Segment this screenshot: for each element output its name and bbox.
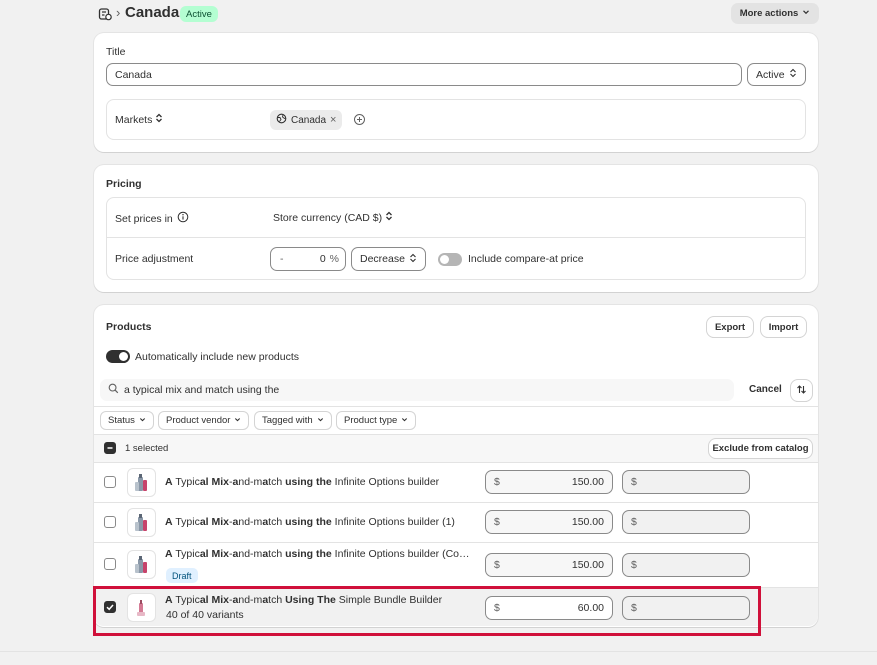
info-icon[interactable] [177,211,189,226]
chevron-down-icon [317,415,324,426]
product-thumbnail [127,508,156,537]
filter-product-vendor[interactable]: Product vendor [158,411,250,430]
title-label: Title [106,46,126,58]
catalog-icon[interactable] [98,7,112,21]
highlight-frame [93,586,761,636]
compare-at-label: Include compare-at price [468,253,584,265]
price-adjustment-label: Price adjustment [115,253,194,265]
product-name[interactable]: A Typical Mix-and-match using the Infini… [165,516,475,528]
search-input[interactable]: a typical mix and match using the [124,384,279,396]
compare-at-price-input[interactable]: $ [622,510,750,534]
currency-symbol: $ [494,516,500,528]
currency-symbol: $ [494,476,500,488]
adjustment-value-group: 0 % [320,253,339,265]
markets-box [106,99,806,140]
cancel-search-button[interactable]: Cancel [749,384,782,395]
price-value: 150.00 [571,476,604,488]
market-chip: Canada × [270,110,343,130]
product-name[interactable]: A Typical Mix-and-match using the Infini… [165,476,475,488]
price-input[interactable]: $ 150.00 [485,470,613,494]
row-checkbox[interactable] [104,476,116,488]
filter-type-label: Product type [344,415,398,426]
title-input[interactable]: Canada [106,63,742,86]
filter-status-label: Status [108,415,135,426]
sort-button[interactable] [791,380,812,401]
filter-product-type[interactable]: Product type [336,411,417,430]
bottom-divider [0,651,877,652]
markets-label: Markets [115,113,153,126]
price-value: 150.00 [571,559,604,571]
price-input[interactable]: $ 150.00 [485,510,613,534]
currency-select[interactable]: Store currency (CAD $) [273,211,393,224]
search-icon [108,383,119,397]
globe-icon [276,113,287,127]
product-thumbnail [127,468,156,497]
adjustment-unit: % [329,253,339,265]
auto-include-label: Automatically include new products [135,351,300,363]
compare-at-price-input[interactable]: $ [622,470,750,494]
direction-select-value: Decrease [360,253,405,265]
auto-include-toggle[interactable] [106,350,130,363]
toggle-knob [440,255,449,264]
draft-badge: Draft [166,568,198,583]
markets-selector[interactable]: Markets [115,113,163,126]
select-all-checkbox[interactable] [104,442,116,454]
currency-symbol: $ [631,559,637,571]
search-bar[interactable]: a typical mix and match using the [100,379,734,401]
filter-tagged-with[interactable]: Tagged with [254,411,332,430]
selected-count: 1 selected [125,443,169,454]
compare-at-toggle[interactable] [438,253,462,266]
chevron-down-icon [802,8,810,19]
more-actions-button[interactable]: More actions [731,3,819,24]
pricing-box [106,197,806,280]
price-input[interactable]: $ 150.00 [485,553,613,577]
compare-at-price-input[interactable]: $ [622,553,750,577]
filter-vendor-label: Product vendor [166,415,231,426]
search-divider [94,406,818,407]
set-prices-label: Set prices in [115,212,173,225]
page-title: Canada [125,4,180,21]
breadcrumb-separator: › [116,5,121,20]
export-button[interactable]: Export [707,317,753,337]
market-chip-label: Canada [291,114,327,126]
currency-select-value: Store currency (CAD $) [273,211,383,224]
chevron-down-icon [234,415,241,426]
status-select-value: Active [756,68,785,81]
chevron-down-icon [401,415,408,426]
sort-icon [796,384,807,398]
selector-icon [155,113,163,126]
currency-symbol: $ [631,476,637,488]
product-thumbnail [127,550,156,579]
status-select[interactable]: Active [747,63,806,86]
status-badge: Active [180,6,218,22]
more-actions-label: More actions [739,8,799,19]
filter-tagged-label: Tagged with [262,415,313,426]
currency-symbol: $ [494,559,500,571]
product-name[interactable]: A Typical Mix-and-match using the Infini… [165,548,475,560]
chevron-down-icon [139,415,146,426]
selector-icon [385,211,393,224]
pricing-heading: Pricing [106,178,142,190]
adjustment-sign: - [280,253,284,265]
products-heading: Products [106,321,152,333]
exclude-from-catalog-button[interactable]: Exclude from catalog [709,439,812,458]
price-value: 150.00 [571,516,604,528]
filter-status[interactable]: Status [100,411,154,430]
row-checkbox[interactable] [104,516,116,528]
plus-circle-icon[interactable] [353,113,366,126]
toggle-knob [119,352,128,361]
remove-chip-button[interactable]: × [330,114,336,126]
selector-icon [409,253,417,266]
set-prices-label-group: Set prices in [115,211,189,226]
row-checkbox[interactable] [104,558,116,570]
adjustment-value: 0 [319,253,326,265]
import-button[interactable]: Import [761,317,806,337]
selector-icon [789,68,797,81]
pricing-divider [107,237,805,238]
currency-symbol: $ [631,516,637,528]
adjustment-input[interactable]: - 0 % [270,247,346,271]
direction-select[interactable]: Decrease [351,247,426,271]
